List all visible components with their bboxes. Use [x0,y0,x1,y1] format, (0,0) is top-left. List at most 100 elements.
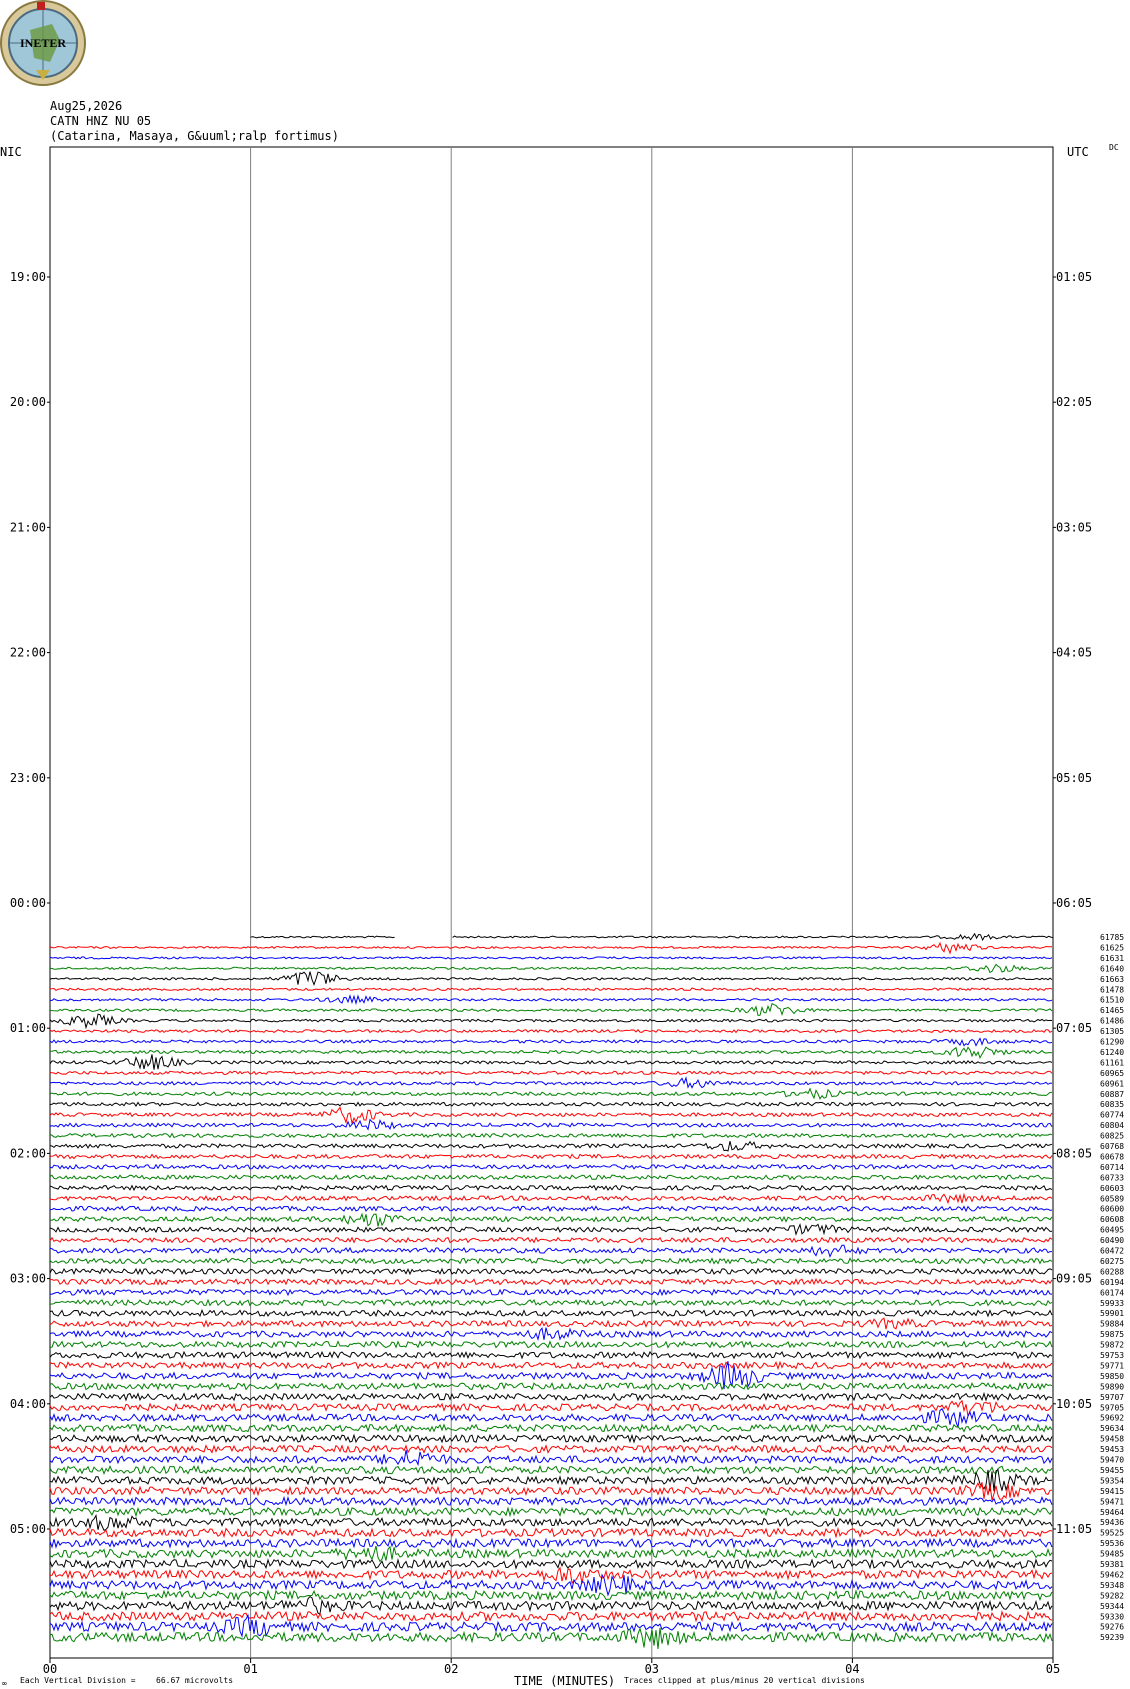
trace-offset-label: 61625 [1100,943,1124,952]
trace-offset-label: 60495 [1100,1226,1124,1235]
trace-offset-label: 59707 [1100,1393,1124,1402]
trace-offset-label: 59462 [1100,1570,1124,1579]
seismic-trace [49,1573,1053,1597]
seismic-trace [49,1184,1053,1192]
hour-label-local: 23:00 [10,771,46,785]
trace-offset-label: 59850 [1100,1372,1124,1381]
seismic-trace [49,1513,1053,1531]
trace-offset-label: 61290 [1100,1038,1124,1047]
trace-offset-label: 60714 [1100,1163,1124,1172]
seismic-trace [49,1054,1053,1070]
trace-offset-label: 59485 [1100,1550,1124,1559]
trace-offset-label: 60733 [1100,1173,1124,1182]
hour-label-utc: 01:05 [1056,270,1092,284]
trace-offset-label: 60804 [1100,1121,1124,1130]
trace-offset-label: 59330 [1100,1612,1124,1621]
trace-offset-label: 59536 [1100,1539,1124,1548]
trace-offset-label: 60825 [1100,1132,1124,1141]
seismic-trace [49,1526,1053,1539]
trace-offset-label: 59753 [1100,1351,1124,1360]
hour-label-local: 05:00 [10,1522,46,1536]
trace-offset-label: 60835 [1100,1100,1124,1109]
seismic-trace [49,1495,1053,1507]
seismic-trace [49,1223,1053,1236]
seismic-trace [49,1339,1053,1349]
seismic-trace [49,1118,1053,1131]
x-tick-label: 04 [845,1662,859,1676]
plot-frame [49,146,1054,1659]
seismic-trace [49,1399,1053,1419]
seismic-trace [49,1070,1053,1076]
trace-offset-label: 59634 [1100,1424,1124,1433]
trace-offset-label: 59470 [1100,1456,1124,1465]
seismic-trace [49,1244,1052,1258]
trace-offset-label: 61240 [1100,1048,1124,1057]
trace-offset-label: 59458 [1100,1435,1124,1444]
seismic-trace [49,1317,1053,1330]
trace-offset-label: 59692 [1100,1414,1124,1423]
hour-label-local: 04:00 [10,1397,46,1411]
seismic-trace [49,1308,1053,1318]
trace-offset-label: 59771 [1100,1361,1124,1370]
trace-offset-label: 59239 [1100,1633,1124,1642]
x-tick-label: 00 [43,1662,57,1676]
seismic-trace [49,1408,1053,1428]
seismic-trace [49,1037,1053,1047]
trace-offset-label: 59344 [1100,1602,1124,1611]
seismic-trace [49,1101,1053,1107]
trace-offset-label: 60589 [1100,1194,1124,1203]
seismic-trace [49,1537,1053,1549]
trace-offset-label: 61486 [1100,1017,1124,1026]
clip-note: Traces clipped at plus/minus 20 vertical… [624,1676,865,1685]
seismic-trace [49,1391,1053,1402]
seismic-trace [49,1595,1053,1615]
seismic-trace [49,1610,1053,1623]
hour-label-utc: 05:05 [1056,771,1092,785]
trace-offset-label: 59455 [1100,1466,1124,1475]
seismic-trace [49,1236,1053,1244]
hour-label-utc: 10:05 [1056,1397,1092,1411]
trace-offset-label: 60608 [1100,1215,1124,1224]
x-tick-label: 01 [243,1662,257,1676]
trace-offset-label: 60194 [1100,1278,1124,1287]
seismic-trace [49,1132,1053,1139]
trace-offset-label: 59415 [1100,1487,1124,1496]
division-text: Each Vertical Division = [20,1676,136,1685]
trace-offset-label: 60961 [1100,1079,1124,1088]
trace-offset-label: 59471 [1100,1497,1124,1506]
seismic-trace [49,1257,1053,1265]
trace-offset-label: 60768 [1100,1142,1124,1151]
trace-offset-label: 59705 [1100,1403,1124,1412]
seismic-trace [49,1613,1053,1638]
trace-offset-label: 60678 [1100,1152,1124,1161]
trace-offset-label: 59453 [1100,1445,1124,1454]
seismic-trace [49,1153,1053,1160]
seismic-trace [49,1106,1053,1125]
trace-offset-label: 59381 [1100,1560,1124,1569]
seismic-trace [49,1013,1053,1030]
trace-offset-label: 59884 [1100,1320,1124,1329]
trace-offset-label: 59901 [1100,1309,1124,1318]
seismic-trace [49,1327,1053,1341]
trace-offset-label: 59875 [1100,1330,1124,1339]
seismic-trace [49,1212,1053,1227]
hour-label-local: 02:00 [10,1146,46,1160]
seismic-trace [49,1360,1053,1371]
hour-label-utc: 04:05 [1056,646,1092,660]
hour-label-local: 19:00 [10,270,46,284]
seismic-trace [49,971,1053,987]
hour-label-local: 21:00 [10,520,46,534]
x-tick-label: 03 [645,1662,659,1676]
seismic-trace [49,1506,1053,1518]
trace-offset-label: 60600 [1100,1205,1124,1214]
hour-label-local: 01:00 [10,1021,46,1035]
x-tick-label: 02 [444,1662,458,1676]
trace-offset-label: 60774 [1100,1111,1124,1120]
hour-label-utc: 09:05 [1056,1272,1092,1286]
seismic-trace [49,1192,1053,1205]
seismic-trace [49,1174,1053,1181]
trace-offset-label: 60174 [1100,1288,1124,1297]
hour-label-local: 00:00 [10,896,46,910]
trace-offset-label: 59276 [1100,1623,1124,1632]
helicorder-plot: 00 01 02 03 04 05 19:00 20:00 21:00 22:00 23:00 00:… [10,146,1124,1676]
